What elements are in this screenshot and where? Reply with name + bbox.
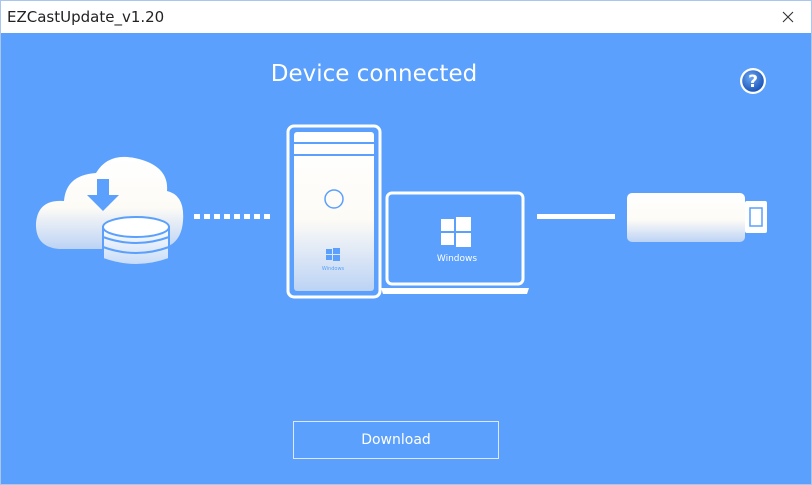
database-icon: [102, 216, 170, 266]
app-window: EZCastUpdate_v1.20 Device connected ? Wi…: [0, 0, 812, 485]
laptop-windows-label: Windows: [437, 254, 477, 264]
desktop-tower-icon: Windows: [286, 124, 382, 299]
window-title: EZCastUpdate_v1.20: [7, 8, 165, 26]
solid-connector: [537, 214, 615, 219]
connection-illustration: Windows Windows: [35, 124, 767, 299]
download-button[interactable]: Download: [293, 421, 499, 459]
dotted-connector: [194, 214, 270, 219]
close-icon: [782, 11, 794, 23]
close-button[interactable]: [765, 1, 811, 33]
laptop-icon: Windows: [381, 191, 529, 294]
tower-windows-label: Windows: [322, 266, 345, 272]
main-panel: Device connected ? Windows Windows Downl…: [1, 33, 811, 484]
usb-dongle-icon: [627, 193, 767, 242]
title-bar: EZCastUpdate_v1.20: [1, 1, 811, 33]
